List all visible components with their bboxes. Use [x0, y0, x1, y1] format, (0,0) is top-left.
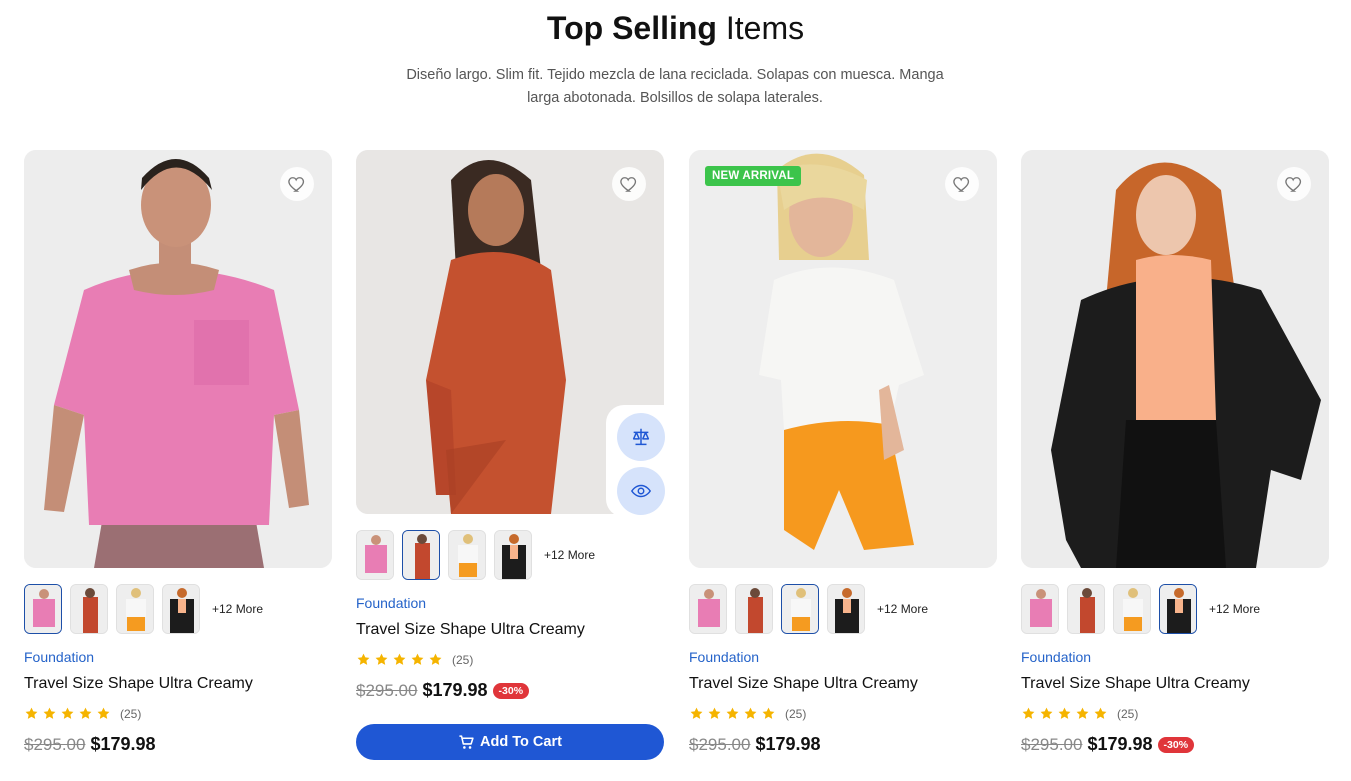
more-colors-label[interactable]: +12 More [1209, 602, 1260, 616]
old-price: $295.00 [1021, 734, 1083, 754]
old-price: $295.00 [24, 734, 86, 754]
discount-badge: -30% [492, 682, 530, 699]
swatch-black[interactable] [162, 584, 200, 634]
compare-button[interactable] [617, 413, 665, 461]
eye-icon [630, 484, 652, 498]
product-name[interactable]: Travel Size Shape Ultra Creamy [1021, 675, 1250, 693]
review-count: (25) [120, 706, 142, 721]
swatch-black[interactable] [827, 584, 865, 634]
review-count: (25) [1117, 706, 1139, 721]
review-count: (25) [785, 706, 807, 721]
star-icon [725, 706, 740, 721]
star-icon [1075, 706, 1090, 721]
swatch-rust[interactable] [70, 584, 108, 634]
swatch-rust[interactable] [735, 584, 773, 634]
title-bold: Top Selling [546, 10, 717, 46]
heart-icon [619, 174, 639, 194]
swatch-pink[interactable] [356, 530, 394, 580]
product-image[interactable]: NEW ARRIVAL [689, 150, 997, 568]
current-price: $179.98 [755, 734, 821, 754]
cart-icon [459, 734, 474, 749]
star-icon [410, 652, 425, 667]
product-prices: $295.00 $179.98 -30% [356, 680, 530, 701]
star-icon [96, 706, 111, 721]
product-brand[interactable]: Foundation [689, 649, 759, 665]
review-count: (25) [452, 652, 474, 667]
swatch-white[interactable] [116, 584, 154, 634]
star-icon [1093, 706, 1108, 721]
color-swatches: +12 More [24, 584, 263, 634]
swatch-black[interactable] [494, 530, 532, 580]
swatch-rust[interactable] [1067, 584, 1105, 634]
swatch-pink[interactable] [1021, 584, 1059, 634]
heart-icon [1284, 174, 1304, 194]
product-prices: $295.00 $179.98 [689, 734, 821, 755]
product-prices: $295.00 $179.98 [24, 734, 156, 755]
color-swatches: +12 More [356, 530, 595, 580]
more-colors-label[interactable]: +12 More [212, 602, 263, 616]
star-icon [707, 706, 722, 721]
star-icon [60, 706, 75, 721]
current-price: $179.98 [1087, 734, 1153, 754]
product-rating: (25) [689, 706, 806, 721]
star-icon [356, 652, 371, 667]
more-colors-label[interactable]: +12 More [544, 548, 595, 562]
product-rating: (25) [24, 706, 141, 721]
product-prices: $295.00 $179.98 -30% [1021, 734, 1195, 755]
swatch-black[interactable] [1159, 584, 1197, 634]
product-rating: (25) [356, 652, 473, 667]
product-image[interactable] [24, 150, 332, 568]
color-swatches: +12 More [1021, 584, 1260, 634]
star-icon [1021, 706, 1036, 721]
scale-icon [632, 428, 650, 446]
wishlist-button[interactable] [612, 167, 646, 201]
star-icon [78, 706, 93, 721]
quick-view-button[interactable] [617, 467, 665, 515]
swatch-pink[interactable] [689, 584, 727, 634]
star-icon [743, 706, 758, 721]
add-to-cart-label: Add To Cart [480, 734, 562, 750]
old-price: $295.00 [356, 680, 418, 700]
star-icon [392, 652, 407, 667]
swatch-white[interactable] [1113, 584, 1151, 634]
star-icon [374, 652, 389, 667]
wishlist-button[interactable] [945, 167, 979, 201]
wishlist-button[interactable] [1277, 167, 1311, 201]
swatch-white[interactable] [781, 584, 819, 634]
product-image[interactable] [1021, 150, 1329, 568]
add-to-cart-button[interactable]: Add To Cart [356, 724, 664, 760]
product-name[interactable]: Travel Size Shape Ultra Creamy [24, 675, 253, 693]
star-icon [42, 706, 57, 721]
more-colors-label[interactable]: +12 More [877, 602, 928, 616]
product-brand[interactable]: Foundation [24, 649, 94, 665]
heart-icon [952, 174, 972, 194]
old-price: $295.00 [689, 734, 751, 754]
star-icon [428, 652, 443, 667]
section-title: Top Selling Items [0, 10, 1351, 47]
star-icon [24, 706, 39, 721]
heart-icon [287, 174, 307, 194]
product-rating: (25) [1021, 706, 1138, 721]
discount-badge: -30% [1157, 736, 1195, 753]
current-price: $179.98 [90, 734, 156, 754]
quick-actions [606, 405, 666, 517]
product-brand[interactable]: Foundation [356, 595, 426, 611]
new-arrival-badge: NEW ARRIVAL [705, 166, 802, 186]
wishlist-button[interactable] [280, 167, 314, 201]
product-brand[interactable]: Foundation [1021, 649, 1091, 665]
star-icon [761, 706, 776, 721]
product-name[interactable]: Travel Size Shape Ultra Creamy [356, 621, 585, 639]
star-icon [1039, 706, 1054, 721]
product-name[interactable]: Travel Size Shape Ultra Creamy [689, 675, 918, 693]
swatch-rust[interactable] [402, 530, 440, 580]
swatch-white[interactable] [448, 530, 486, 580]
star-icon [1057, 706, 1072, 721]
star-icon [689, 706, 704, 721]
title-light: Items [725, 10, 805, 46]
swatch-pink[interactable] [24, 584, 62, 634]
current-price: $179.98 [422, 680, 488, 700]
section-subtitle: Diseño largo. Slim fit. Tejido mezcla de… [406, 67, 944, 106]
color-swatches: +12 More [689, 584, 928, 634]
